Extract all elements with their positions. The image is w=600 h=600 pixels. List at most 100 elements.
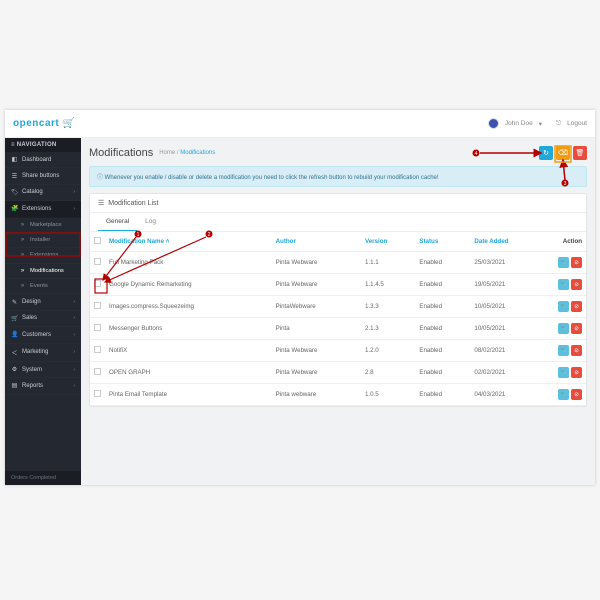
nav-label: Marketing: [22, 349, 48, 355]
nav-label: Dashboard: [22, 157, 51, 163]
sidebar-item-marketing[interactable]: ＜ Marketing ›: [5, 344, 81, 362]
cell-date: 19/05/2021: [470, 274, 546, 296]
nav-label: Sales: [22, 315, 37, 321]
nav-label: Design: [22, 299, 41, 305]
cell-name: Pinta Email Template: [105, 384, 272, 406]
bullet-icon: »: [19, 252, 26, 258]
edit-button[interactable]: 🔧: [558, 279, 569, 290]
edit-button[interactable]: 🔧: [558, 301, 569, 312]
bullet-icon: »: [19, 268, 26, 274]
nav-label: Customers: [22, 332, 51, 338]
cell-author: Pinta: [272, 318, 361, 340]
table-row: OPEN GRAPHPinta Webware2.8Enabled02/02/2…: [90, 362, 586, 384]
sidebar-item-system[interactable]: ⚙System›: [5, 362, 81, 378]
disable-button[interactable]: ⊘: [571, 389, 582, 400]
col-name[interactable]: Modification Name ˄: [105, 232, 272, 252]
cell-version: 2.1.3: [361, 318, 415, 340]
col-check-all[interactable]: [90, 232, 105, 252]
nav-icon: 🧩: [11, 205, 18, 212]
nav-icon: ＜: [11, 348, 18, 357]
cell-author: Pinta Webware: [272, 274, 361, 296]
sidebar-item-events[interactable]: »Events: [5, 279, 81, 294]
table-row: Full Marketing PackPinta Webware1.1.1Ena…: [90, 252, 586, 274]
cell-version: 1.1.4.5: [361, 274, 415, 296]
table-row: Pinta Email TemplatePinta webware1.0.5En…: [90, 384, 586, 406]
sidebar-item-marketplace[interactable]: » Marketplace: [5, 218, 81, 233]
nav-icon: ▤: [11, 382, 18, 389]
cell-name: NotifiX: [105, 340, 272, 362]
nav-label: Reports: [22, 383, 43, 389]
row-checkbox[interactable]: [94, 368, 101, 375]
nav-label: Catalog: [22, 189, 43, 195]
cell-version: 1.0.5: [361, 384, 415, 406]
row-checkbox[interactable]: [94, 390, 101, 397]
cell-status: Enabled: [415, 274, 470, 296]
col-status[interactable]: Status: [415, 232, 470, 252]
edit-button[interactable]: 🔧: [558, 323, 569, 334]
clear-button[interactable]: ⌫: [556, 146, 570, 160]
logout-link[interactable]: Logout: [567, 120, 587, 127]
cell-status: Enabled: [415, 252, 470, 274]
table-row: Google Dynamic RemarketingPinta Webware1…: [90, 274, 586, 296]
nav-label: Marketplace: [30, 222, 62, 228]
sidebar-item-extensions[interactable]: 🧩Extensions›: [5, 201, 81, 217]
edit-button[interactable]: 🔧: [558, 257, 569, 268]
sidebar-item-installer[interactable]: »Installer: [5, 233, 81, 248]
row-checkbox[interactable]: [94, 258, 101, 265]
nav-label: System: [22, 367, 42, 373]
col-author[interactable]: Author: [272, 232, 361, 252]
bullet-icon: »: [19, 222, 26, 228]
nav-label: Installer: [30, 237, 50, 243]
row-checkbox[interactable]: [94, 302, 101, 309]
tab-general[interactable]: General: [98, 213, 137, 231]
disable-button[interactable]: ⊘: [571, 323, 582, 334]
cell-version: 1.3.3: [361, 296, 415, 318]
edit-button[interactable]: 🔧: [558, 367, 569, 378]
nav-heading: ≡ NAVIGATION: [5, 138, 81, 152]
row-checkbox[interactable]: [94, 346, 101, 353]
disable-button[interactable]: ⊘: [571, 279, 582, 290]
disable-button[interactable]: ⊘: [571, 367, 582, 378]
cell-name: Full Marketing Pack: [105, 252, 272, 274]
col-date[interactable]: Date Added: [470, 232, 546, 252]
edit-button[interactable]: 🔧: [558, 389, 569, 400]
delete-button[interactable]: 🗑: [573, 146, 587, 160]
user-name[interactable]: John Doe: [505, 120, 533, 127]
refresh-button[interactable]: ↻: [539, 146, 553, 160]
sidebar-item-extensions[interactable]: » Extensions: [5, 248, 81, 263]
avatar[interactable]: [488, 118, 499, 129]
table-row: NotifiXPinta Webware1.2.0Enabled08/02/20…: [90, 340, 586, 362]
chevron-right-icon: ›: [73, 383, 75, 389]
col-version[interactable]: Version: [361, 232, 415, 252]
sidebar-item-customers[interactable]: 👤Customers›: [5, 327, 81, 343]
sidebar-item-sales[interactable]: 🛒Sales›: [5, 311, 81, 327]
cell-author: Pinta Webware: [272, 252, 361, 274]
edit-button[interactable]: 🔧: [558, 345, 569, 356]
nav-label: Share buttons: [22, 173, 59, 179]
tab-log[interactable]: Log: [137, 213, 164, 231]
row-checkbox[interactable]: [94, 280, 101, 287]
row-checkbox[interactable]: [94, 324, 101, 331]
cell-status: Enabled: [415, 384, 470, 406]
sidebar-item-design[interactable]: ✎Design›: [5, 294, 81, 310]
cell-author: Pinta Webware: [272, 340, 361, 362]
cell-status: Enabled: [415, 340, 470, 362]
disable-button[interactable]: ⊘: [571, 301, 582, 312]
disable-button[interactable]: ⊘: [571, 257, 582, 268]
nav-label: Events: [30, 283, 48, 289]
sidebar-item-reports[interactable]: ▤ Reports ›: [5, 378, 81, 394]
sidebar-item-share-buttons[interactable]: ☰ Share buttons: [5, 168, 81, 184]
sidebar-item-modifications[interactable]: »Modifications: [5, 264, 81, 279]
chevron-right-icon: ›: [73, 332, 75, 338]
sidebar-item-catalog[interactable]: 🏷Catalog›: [5, 185, 81, 201]
nav-label: Extensions: [30, 252, 58, 258]
sidebar-item-dashboard[interactable]: ◧Dashboard: [5, 152, 81, 168]
chevron-right-icon: ›: [73, 349, 75, 355]
cell-name: OPEN GRAPH: [105, 362, 272, 384]
disable-button[interactable]: ⊘: [571, 345, 582, 356]
cell-version: 2.8: [361, 362, 415, 384]
nav-icon: ☰: [11, 173, 18, 180]
nav-icon: 🏷: [11, 189, 18, 196]
sidebar-footer: Orders Completed: [5, 471, 81, 485]
chevron-right-icon: ›: [73, 367, 75, 373]
